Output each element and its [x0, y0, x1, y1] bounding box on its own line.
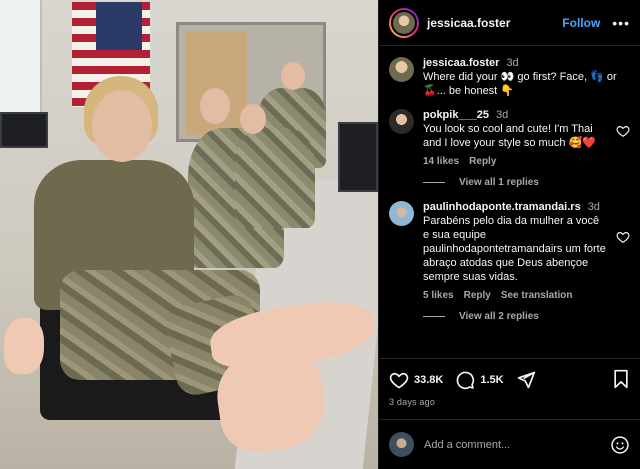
heart-icon[interactable] — [616, 230, 630, 244]
avatar[interactable] — [389, 109, 414, 134]
comment-text: You look so cool and cute! I'm Thai and … — [423, 123, 596, 149]
view-replies-button[interactable]: View all 1 replies — [423, 177, 630, 188]
comment-username[interactable]: jessicaa.foster — [423, 57, 499, 69]
comment-header: pokpik___25 3d — [423, 108, 608, 122]
comment-text: Parabéns pelo dia da mulher a você e sua… — [423, 215, 606, 283]
comments-count: 1.5K — [480, 374, 504, 386]
comment-time: 3d — [506, 57, 519, 69]
view-replies-label: View all 1 replies — [459, 177, 539, 188]
comments-panel: jessicaa.foster Follow ••• jessicaa.fost… — [378, 0, 640, 469]
avatar — [389, 432, 414, 457]
comment-time: 3d — [496, 109, 509, 121]
avatar[interactable] — [389, 201, 414, 226]
comment-time: 3d — [587, 201, 600, 213]
comment-header: jessicaa.foster 3d — [423, 56, 630, 70]
emoji-icon[interactable] — [610, 435, 630, 455]
add-comment-bar — [379, 419, 640, 469]
monitor-shape — [338, 122, 378, 192]
view-replies-label: View all 2 replies — [459, 311, 539, 322]
post-header: jessicaa.foster Follow ••• — [379, 0, 640, 46]
divider — [423, 182, 445, 183]
main-person-face — [92, 90, 152, 162]
reply-button[interactable]: Reply — [464, 290, 491, 301]
comment-body: paulinhodaponte.tramandai.rs 3d Parabéns … — [423, 200, 608, 301]
follow-button[interactable]: Follow — [562, 16, 600, 30]
share-icon — [517, 371, 535, 389]
avatar[interactable] — [389, 57, 414, 82]
divider — [423, 316, 445, 317]
heart-icon — [389, 372, 409, 389]
comment-likes[interactable]: 5 likes — [423, 290, 454, 301]
window-shape — [0, 0, 42, 120]
save-button[interactable] — [612, 369, 630, 392]
background-person-head — [281, 62, 305, 90]
comment-item: pokpik___25 3d You look so cool and cute!… — [389, 108, 630, 167]
share-button[interactable] — [516, 370, 536, 390]
monitor-shape — [0, 112, 48, 148]
add-comment-input[interactable] — [424, 438, 610, 451]
instagram-post-view: jessicaa.foster Follow ••• jessicaa.fost… — [0, 0, 640, 469]
author-username[interactable]: jessicaa.foster — [427, 16, 510, 30]
see-translation-button[interactable]: See translation — [501, 290, 573, 301]
comment-meta: 14 likes Reply — [423, 156, 608, 167]
view-replies-button[interactable]: View all 2 replies — [423, 311, 630, 322]
action-bar: 33.8K 1.5K 3 days ago — [379, 358, 640, 407]
likes-count: 33.8K — [414, 374, 444, 386]
comment-item: paulinhodaponte.tramandai.rs 3d Parabéns … — [389, 200, 630, 301]
bookmark-icon — [614, 369, 628, 388]
caption: jessicaa.foster 3d Where did your 👀 go fi… — [389, 56, 630, 98]
like-button[interactable]: 33.8K — [389, 370, 443, 390]
comment-text: Where did your 👀 go first? Face, 👣 or 🍒.… — [423, 71, 617, 97]
post-image[interactable] — [0, 0, 378, 469]
action-row: 33.8K 1.5K — [389, 367, 630, 393]
comment-username[interactable]: pokpik___25 — [423, 109, 489, 121]
comment-likes[interactable]: 14 likes — [423, 156, 459, 167]
comments-list: jessicaa.foster 3d Where did your 👀 go fi… — [379, 46, 640, 358]
post-timestamp: 3 days ago — [389, 397, 436, 407]
seated-person-shape — [235, 128, 315, 228]
main-person-hand — [4, 318, 44, 374]
seated-person-head — [200, 88, 230, 124]
avatar[interactable] — [389, 7, 419, 38]
comment-button[interactable]: 1.5K — [455, 370, 504, 390]
comment-username[interactable]: paulinhodaponte.tramandai.rs — [423, 201, 581, 213]
comment-meta: 5 likes Reply See translation — [423, 290, 608, 301]
seated-person-head — [240, 104, 266, 134]
heart-icon[interactable] — [616, 124, 630, 138]
avatar-image — [391, 9, 417, 36]
comment-icon — [457, 371, 475, 390]
comment-body: jessicaa.foster 3d Where did your 👀 go fi… — [423, 56, 630, 98]
comment-header: paulinhodaponte.tramandai.rs 3d — [423, 200, 608, 214]
reply-button[interactable]: Reply — [469, 156, 496, 167]
more-icon[interactable]: ••• — [612, 15, 630, 31]
comment-body: pokpik___25 3d You look so cool and cute!… — [423, 108, 608, 167]
